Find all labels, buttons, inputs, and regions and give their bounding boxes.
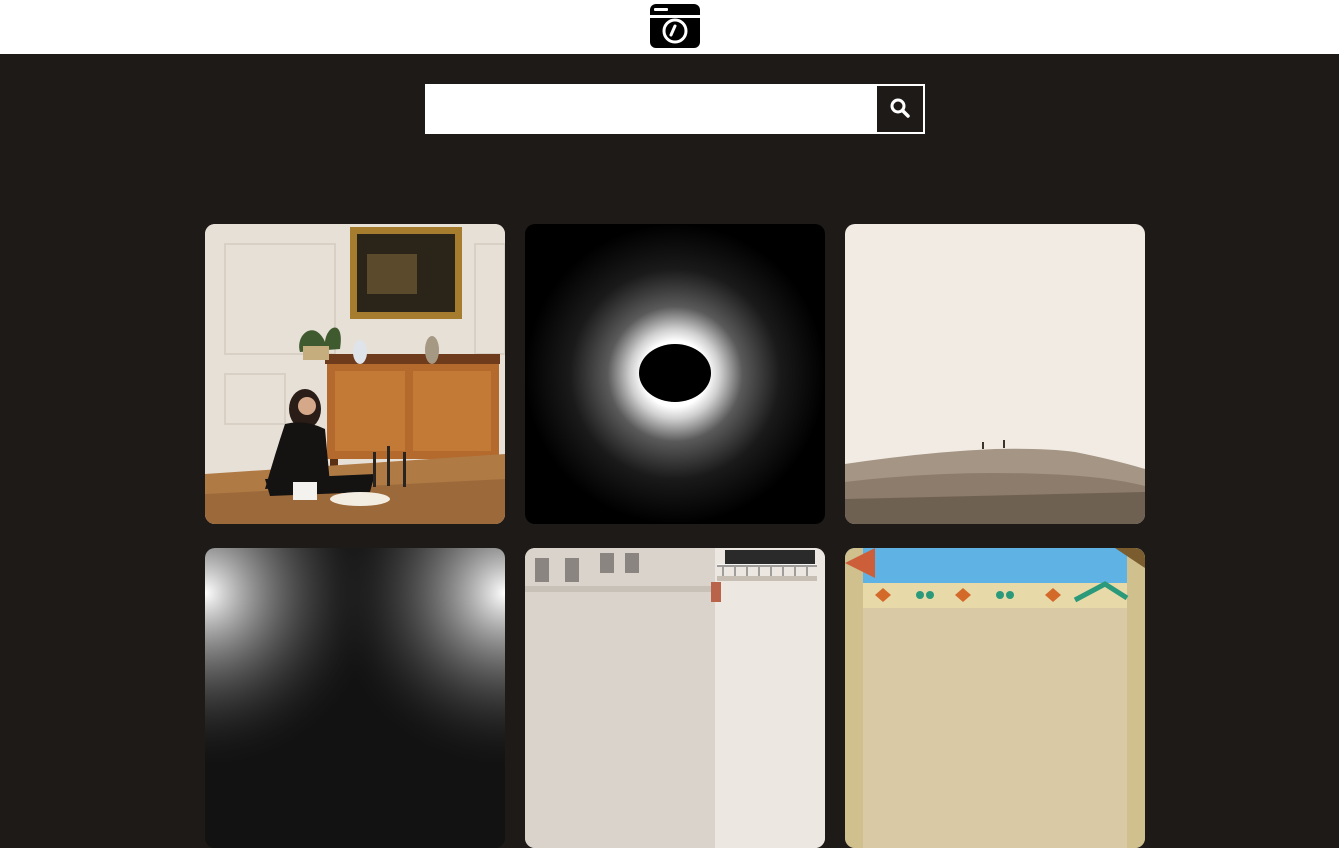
photo-desert-dunes xyxy=(845,224,1145,524)
photo-card[interactable] xyxy=(845,224,1145,524)
camera-icon[interactable] xyxy=(650,4,700,48)
photo-dark-gradient xyxy=(205,548,505,848)
search-bar xyxy=(425,84,925,134)
photo-apartment-building xyxy=(525,548,825,848)
photo-card[interactable] xyxy=(205,224,505,524)
search-icon xyxy=(890,98,910,121)
photo-card[interactable] xyxy=(525,548,825,848)
photo-card[interactable] xyxy=(205,548,505,848)
search-button[interactable] xyxy=(877,86,923,132)
top-bar xyxy=(0,0,1339,54)
photo-solar-eclipse xyxy=(525,224,825,524)
photo-woman-sideboard xyxy=(205,224,505,524)
photo-card[interactable] xyxy=(525,224,825,524)
search-input[interactable] xyxy=(425,84,875,134)
photo-grid xyxy=(205,224,1145,848)
photo-ornate-facade xyxy=(845,548,1145,848)
photo-card[interactable] xyxy=(845,548,1145,848)
